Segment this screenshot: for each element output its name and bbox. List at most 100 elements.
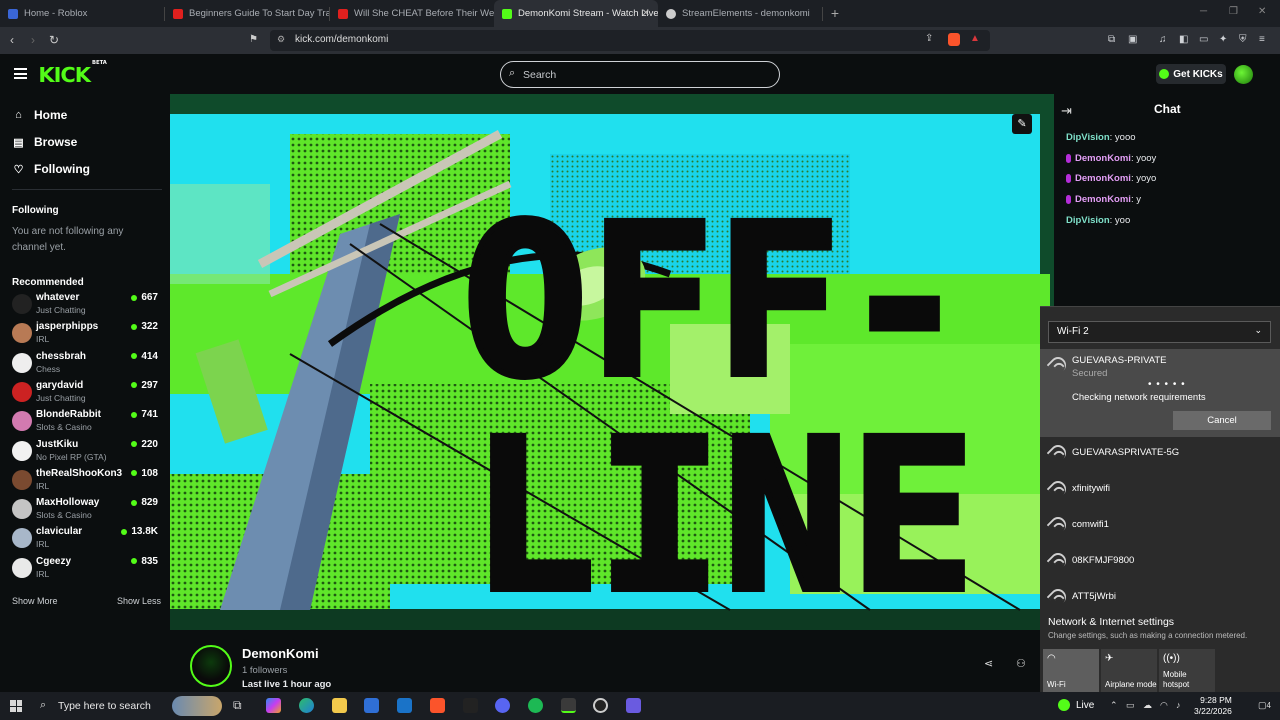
nav-label: Following xyxy=(34,162,90,176)
file-explorer-icon[interactable] xyxy=(332,698,347,713)
get-kicks-button[interactable]: Get KICKs xyxy=(1156,64,1226,84)
close-window-icon[interactable]: ✕ xyxy=(1258,6,1266,17)
live-indicator[interactable]: Live xyxy=(1058,699,1094,711)
task-view-icon[interactable]: ⧉ xyxy=(233,698,248,713)
extensions-icon[interactable]: ⧉ xyxy=(1108,34,1115,45)
wifi-network[interactable]: comwifi1 xyxy=(1040,509,1280,539)
tray-app-icon[interactable]: ▭ xyxy=(1126,700,1135,711)
close-tab-icon[interactable]: ✕ xyxy=(642,8,650,19)
viewer-count-value: 414 xyxy=(141,350,158,362)
channel-avatar[interactable] xyxy=(190,645,232,687)
edge-icon[interactable] xyxy=(299,698,314,713)
network-settings-link[interactable]: Network & Internet settings xyxy=(1048,616,1174,628)
mobile-hotspot-toggle[interactable]: ((•)) Mobile hotspot xyxy=(1159,649,1215,693)
share-page-icon[interactable]: ⇪ xyxy=(925,33,933,44)
spotify-icon[interactable] xyxy=(528,698,543,713)
recommended-channel[interactable]: chessbrah Chess 414 xyxy=(12,349,162,377)
nav-browse[interactable]: ▤ Browse xyxy=(12,135,77,149)
back-icon[interactable]: ‹ xyxy=(10,33,14,47)
show-hidden-icons-icon[interactable]: ⌃ xyxy=(1110,700,1118,711)
hamburger-menu-icon[interactable] xyxy=(14,68,27,79)
maximize-icon[interactable]: ❐ xyxy=(1229,6,1238,17)
sidebar-icon[interactable]: ◧ xyxy=(1179,34,1188,45)
store-icon[interactable] xyxy=(364,698,379,713)
streamlabs-icon[interactable] xyxy=(626,698,641,713)
leo-icon[interactable]: ✦ xyxy=(1219,34,1227,45)
network-tray-icon[interactable]: ◠ xyxy=(1160,700,1168,711)
brave-icon[interactable] xyxy=(430,698,445,713)
chat-username[interactable]: DipVision xyxy=(1066,215,1110,226)
bookmark-icon[interactable]: ⚑ xyxy=(249,34,258,45)
user-avatar[interactable] xyxy=(1234,65,1253,84)
new-tab-button[interactable]: + xyxy=(823,0,847,27)
screenshot-icon[interactable]: ▣ xyxy=(1128,34,1137,45)
recommended-channel[interactable]: garydavid Just Chatting 297 xyxy=(12,378,162,406)
reload-icon[interactable]: ↻ xyxy=(49,33,59,47)
menu-icon[interactable]: ≡ xyxy=(1259,34,1265,45)
wifi-network[interactable]: xfinitywifi xyxy=(1040,473,1280,503)
taskbar-search-input[interactable]: Type here to search xyxy=(58,700,151,712)
viewer-count-value: 829 xyxy=(141,497,158,509)
user-follow-icon[interactable]: ⚇ xyxy=(1016,657,1026,670)
onedrive-icon[interactable]: ☁ xyxy=(1143,700,1152,711)
browser-tab[interactable]: Will She CHEAT Before Their Wedding xyxy=(330,0,494,27)
wifi-network[interactable]: 08KFMJF9800 xyxy=(1040,545,1280,575)
wallet-icon[interactable]: ▭ xyxy=(1199,34,1208,45)
browser-tab-active[interactable]: DemonKomi Stream - Watch Live ✕ xyxy=(494,0,658,27)
airplane-mode-toggle[interactable]: ✈ Airplane mode xyxy=(1101,649,1157,693)
nav-following[interactable]: ♡ Following xyxy=(12,162,90,176)
chat-username[interactable]: DemonKomi xyxy=(1075,173,1131,184)
outlook-icon[interactable] xyxy=(397,698,412,713)
recommended-channel[interactable]: theRealShooKon3 IRL 108 xyxy=(12,466,162,494)
media-icon[interactable]: ♫ xyxy=(1159,34,1167,45)
discord-icon[interactable] xyxy=(495,698,510,713)
browser-tab[interactable]: Home - Roblox xyxy=(0,0,164,27)
recommended-channel[interactable]: jasperphipps IRL 322 xyxy=(12,319,162,347)
video-player[interactable]: OFF- LINE ✎ xyxy=(170,94,1054,630)
cancel-button[interactable]: Cancel xyxy=(1173,411,1271,430)
browser-tab[interactable]: Beginners Guide To Start Day Trading xyxy=(165,0,329,27)
recommended-channel[interactable]: JustKiku No Pixel RP (GTA) 220 xyxy=(12,437,162,465)
notification-icon[interactable]: ▢4 xyxy=(1258,700,1271,711)
search-input[interactable]: ⌕ Search xyxy=(500,61,780,88)
chat-username[interactable]: DipVision xyxy=(1066,132,1110,143)
browser-tab[interactable]: StreamElements - demonkomi xyxy=(658,0,822,27)
brave-rewards-icon[interactable]: ▲ xyxy=(970,33,980,44)
chat-username[interactable]: DemonKomi xyxy=(1075,153,1131,164)
address-bar[interactable]: ⚙ kick.com/demonkomi ⇪ ▲ xyxy=(270,30,990,51)
recommended-channel[interactable]: clavicular IRL 13.8K xyxy=(12,524,162,552)
recommended-channel[interactable]: BlondeRabbit Slots & Casino 741 xyxy=(12,407,162,435)
site-info-icon[interactable]: ⚙ xyxy=(277,34,285,45)
wifi-network[interactable]: GUEVARASPRIVATE-5G xyxy=(1040,437,1280,467)
start-button[interactable] xyxy=(10,700,22,712)
wifi-adapter-select[interactable]: Wi-Fi 2 ⌄ xyxy=(1048,321,1271,343)
chat-username[interactable]: DemonKomi xyxy=(1075,194,1131,205)
recommended-channel[interactable]: MaxHolloway Slots & Casino 829 xyxy=(12,495,162,523)
volume-icon[interactable]: ♪ xyxy=(1176,700,1181,710)
connecting-network[interactable]: GUEVARAS-PRIVATE Secured • • • • • Check… xyxy=(1040,349,1280,437)
search-icon[interactable]: ⌕ xyxy=(40,699,46,712)
copilot-icon[interactable] xyxy=(266,698,281,713)
wifi-network[interactable]: ATT5jWrbi xyxy=(1040,581,1280,611)
vector-app-icon[interactable] xyxy=(561,698,576,713)
recommended-channel[interactable]: Cgeezy IRL 835 xyxy=(12,554,162,582)
channel-name[interactable]: DemonKomi xyxy=(242,646,319,661)
system-clock[interactable]: 9:28 PM 3/22/2026 xyxy=(1194,695,1232,717)
nav-home[interactable]: ⌂ Home xyxy=(12,108,67,122)
wifi-toggle[interactable]: ◠ Wi-Fi xyxy=(1043,649,1099,693)
obs-icon[interactable] xyxy=(593,698,608,713)
show-less-link[interactable]: Show Less xyxy=(117,596,161,606)
search-highlight-image[interactable] xyxy=(172,696,222,716)
kick-logo[interactable]: KICK BETA xyxy=(38,60,107,87)
forward-icon[interactable]: › xyxy=(31,33,35,47)
vpn-icon[interactable]: ⛨ xyxy=(1239,34,1247,45)
brave-shields-icon[interactable] xyxy=(948,33,960,46)
share-icon[interactable]: ⋖ xyxy=(984,657,993,670)
show-more-link[interactable]: Show More xyxy=(12,596,58,606)
collapse-chat-icon[interactable]: ⇥ xyxy=(1061,103,1072,119)
chevron-down-icon: ⌄ xyxy=(1254,325,1262,335)
minimize-icon[interactable]: ─ xyxy=(1200,6,1207,17)
recommended-channel[interactable]: whatever Just Chatting 667 xyxy=(12,290,162,318)
app-icon[interactable] xyxy=(463,698,478,713)
edit-banner-pencil-icon[interactable]: ✎ xyxy=(1012,114,1032,134)
